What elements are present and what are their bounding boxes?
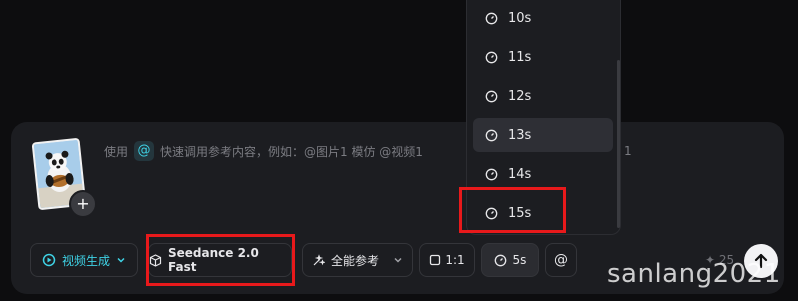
timer-icon [485,12,498,24]
timer-icon [485,129,498,141]
duration-option-label: 14s [508,166,532,182]
prompt-placeholder-tail: 1 [624,144,632,158]
annotation-box-model [146,234,295,286]
duration-option-12s[interactable]: 12s [473,79,613,113]
chevron-down-icon [117,257,125,263]
prompt-placeholder: 快速调用参考内容，例如：@图片1 模仿 @视频1 [160,144,423,159]
duration-option-13s[interactable]: 13s [473,118,613,152]
duration-option-label: 10s [508,10,532,26]
video-mode-icon [42,253,56,267]
timer-icon [494,254,506,266]
mention-button[interactable]: @ [545,243,577,277]
duration-option-label: 11s [508,49,532,65]
prompt-prefix: 使用 [104,144,129,159]
duration-label: 5s [512,253,527,267]
prompt-input[interactable]: 使用 @ 快速调用参考内容，例如：@图片1 模仿 @视频1 1 [104,141,632,161]
duration-option-10s[interactable]: 10s [473,1,613,35]
square-icon [430,254,441,266]
mention-badge[interactable]: @ [134,141,155,161]
duration-selector[interactable]: 5s [481,243,539,277]
timer-icon [485,51,498,63]
mode-label: 视频生成 [61,253,110,268]
reference-mode-selector[interactable]: 全能参考 [302,243,413,277]
dropdown-scrollbar[interactable] [617,60,620,228]
timer-icon [485,168,498,180]
reference-mode-label: 全能参考 [330,253,379,268]
aspect-ratio-selector[interactable]: 1:1 [419,243,475,277]
add-reference-button[interactable]: + [69,190,97,218]
duration-option-14s[interactable]: 14s [473,157,613,191]
annotation-box-15s [459,187,566,233]
mode-selector[interactable]: 视频生成 [30,243,138,277]
duration-option-label: 12s [508,88,532,104]
aspect-ratio-label: 1:1 [445,253,465,267]
duration-option-label: 13s [508,127,532,143]
chevron-down-icon [394,257,402,263]
duration-option-11s[interactable]: 11s [473,40,613,74]
magic-wand-icon [313,253,325,265]
reference-image-slot[interactable]: + [31,137,99,218]
watermark: sanlang2021 [607,259,781,289]
timer-icon [485,90,498,102]
